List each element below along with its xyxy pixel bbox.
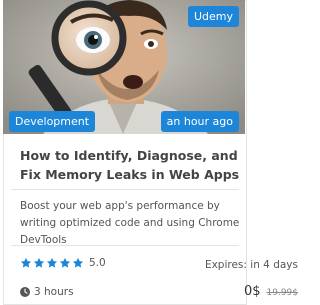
star-icon — [20, 257, 32, 268]
original-price: 19.99$ — [266, 288, 299, 298]
category-badge[interactable]: Development — [9, 111, 96, 132]
clock-icon — [20, 287, 30, 297]
course-thumbnail[interactable]: Udemy Development an hour ago — [3, 0, 245, 134]
star-icon — [46, 257, 58, 268]
posted-time-badge: an hour ago — [160, 111, 239, 132]
star-icon — [59, 257, 71, 268]
rating: 5.0 — [20, 257, 106, 269]
course-title[interactable]: How to Identify, Diagnose, and Fix Memor… — [20, 146, 242, 184]
duration-text: 3 hours — [34, 286, 74, 298]
rating-value: 5.0 — [89, 257, 106, 269]
star-icon — [72, 257, 84, 268]
price: 0$ 19.99$ — [244, 284, 298, 299]
duration: 3 hours — [20, 286, 74, 298]
expiry-text: Expires: in 4 days — [204, 259, 298, 271]
course-description: Boost your web app's performance by writ… — [20, 200, 240, 246]
divider — [11, 189, 239, 190]
provider-badge: Udemy — [187, 6, 239, 27]
divider — [11, 245, 239, 246]
current-price: 0$ — [243, 284, 261, 299]
star-icon — [33, 257, 45, 268]
rating-stars — [20, 257, 85, 269]
